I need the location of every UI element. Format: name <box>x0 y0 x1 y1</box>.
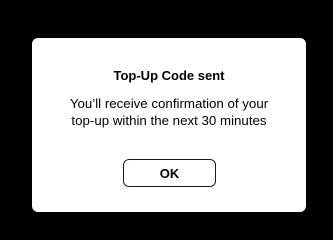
confirmation-dialog: Top-Up Code sent You’ll receive confirma… <box>32 38 306 212</box>
ok-button[interactable]: OK <box>123 159 216 187</box>
dialog-message: You’ll receive confirmation of your top-… <box>69 96 269 128</box>
screen: Top-Up Code sent You’ll receive confirma… <box>0 0 333 240</box>
dialog-title: Top-Up Code sent <box>113 68 225 83</box>
